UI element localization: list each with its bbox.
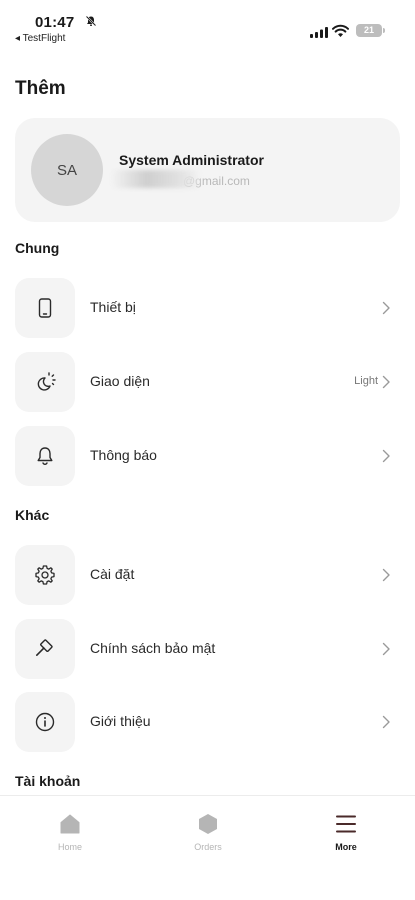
home-icon: [60, 814, 80, 834]
appearance-value: Light: [354, 375, 378, 387]
section-title-general: Chung: [15, 240, 60, 256]
chevron-right-icon: [382, 301, 390, 315]
menu-item-appearance[interactable]: Giao diện Light: [15, 352, 400, 412]
menu-item-device[interactable]: Thiết bị: [15, 278, 400, 338]
section-title-account: Tài khoản: [15, 773, 81, 789]
phone-icon: [38, 298, 52, 318]
wifi-icon: [332, 24, 349, 37]
theme-icon: [37, 372, 56, 391]
chevron-right-icon: [382, 715, 390, 729]
menu-item-notifications[interactable]: Thông báo: [15, 426, 400, 486]
gear-icon: [35, 565, 55, 585]
chevron-right-icon: [382, 449, 390, 463]
menu-item-about[interactable]: Giới thiệu: [15, 692, 400, 752]
menu-icon-box: [15, 692, 75, 752]
nav-label-more: More: [335, 842, 357, 852]
battery-tip: [383, 28, 385, 33]
menu-icon-box: [15, 619, 75, 679]
chevron-right-icon: [382, 568, 390, 582]
email-redaction: [111, 170, 201, 188]
nav-item-home[interactable]: Home: [30, 812, 110, 852]
battery-indicator: 21: [356, 24, 382, 37]
menu-item-settings[interactable]: Cài đặt: [15, 545, 400, 605]
profile-card[interactable]: SA System Administrator @gmail.com: [15, 118, 400, 222]
orders-icon: [199, 814, 217, 834]
status-bar: 01:47 ◂ TestFlight 21: [0, 0, 415, 50]
avatar-initials: SA: [56, 161, 77, 179]
bell-off-icon: [85, 15, 97, 27]
menu-label-notifications: Thông báo: [90, 447, 157, 463]
menu-label-about: Giới thiệu: [90, 713, 151, 729]
page-title: Thêm: [15, 78, 66, 99]
menu-icon-box: [15, 352, 75, 412]
menu-item-privacy-policy[interactable]: Chính sách bảo mật: [15, 619, 400, 679]
menu-icon-box: [15, 278, 75, 338]
menu-label-appearance: Giao diện: [90, 373, 150, 389]
signal-icon: [310, 27, 328, 38]
bell-icon: [37, 447, 53, 465]
menu-icon-box: [15, 545, 75, 605]
nav-label-home: Home: [57, 842, 82, 852]
menu-icon-box: [15, 426, 75, 486]
nav-item-more[interactable]: More: [306, 812, 386, 852]
gavel-icon: [36, 639, 53, 656]
menu-icon: [336, 815, 356, 833]
avatar: SA: [31, 134, 103, 206]
menu-label-privacy-policy: Chính sách bảo mật: [90, 640, 216, 656]
nav-item-orders[interactable]: Orders: [168, 812, 248, 852]
back-to-testflight-link[interactable]: ◂ TestFlight: [15, 33, 65, 44]
profile-name: System Administrator: [119, 152, 264, 168]
chevron-right-icon: [382, 375, 390, 389]
menu-label-settings: Cài đặt: [90, 566, 135, 582]
status-time: 01:47: [35, 14, 75, 31]
battery-level: 21: [363, 25, 374, 35]
section-title-other: Khác: [15, 507, 50, 523]
bottom-nav: Home Orders More: [0, 795, 415, 900]
info-icon: [35, 712, 55, 732]
nav-label-orders: Orders: [194, 842, 222, 852]
menu-label-device: Thiết bị: [90, 299, 136, 315]
chevron-right-icon: [382, 642, 390, 656]
